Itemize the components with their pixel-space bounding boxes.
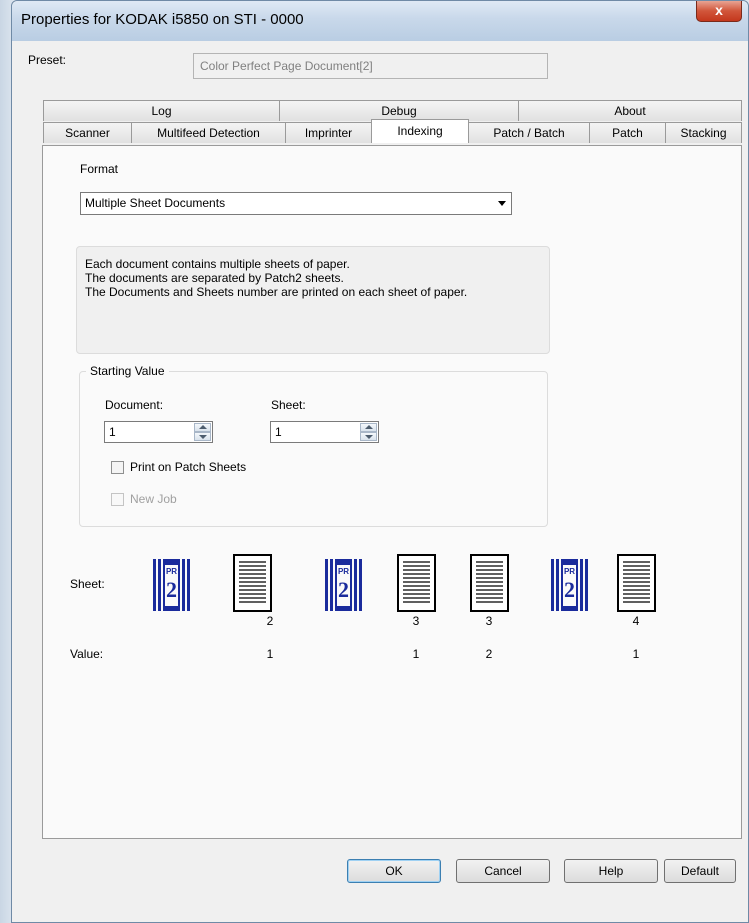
- patch-sheet-icon: PR 2: [551, 559, 588, 611]
- indexing-panel: Format Multiple Sheet Documents Each doc…: [42, 145, 742, 839]
- tab-imprinter[interactable]: Imprinter: [285, 122, 372, 143]
- starting-value-group: Starting Value Document: 1 Sheet: 1 Prin…: [79, 364, 548, 527]
- button-label: OK: [385, 864, 403, 878]
- tab-label: Multifeed Detection: [157, 126, 260, 140]
- tab-log[interactable]: Log: [43, 100, 280, 121]
- sheet-value: 2: [485, 647, 493, 661]
- diagram-value-label: Value:: [70, 647, 104, 661]
- svg-text:PR: PR: [338, 567, 349, 576]
- stepper-buttons: [194, 423, 211, 441]
- tab-label: Patch / Batch: [493, 126, 565, 140]
- tab-label: Patch: [612, 126, 643, 140]
- sheet-doc-number: 2: [266, 614, 274, 628]
- sheet-value: 1: [632, 647, 640, 661]
- preset-field[interactable]: Color Perfect Page Document[2]: [193, 53, 548, 79]
- sheet-doc-number: 3: [412, 614, 420, 628]
- tab-stacking[interactable]: Stacking: [665, 122, 742, 143]
- svg-text:2: 2: [564, 577, 575, 602]
- new-job-checkbox[interactable]: [111, 493, 124, 506]
- stepper-down-icon[interactable]: [360, 432, 377, 441]
- description-line: Each document contains multiple sheets o…: [85, 257, 350, 271]
- document-sheet-icon: [617, 554, 656, 612]
- tab-label: Indexing: [397, 124, 443, 138]
- sheet-doc-number: 3: [485, 614, 493, 628]
- svg-text:2: 2: [338, 577, 349, 602]
- window-title: Properties for KODAK i5850 on STI - 0000: [21, 11, 304, 28]
- patch-sheet-icon: PR 2: [153, 559, 190, 611]
- document-label: Document:: [105, 398, 164, 412]
- new-job-label: New Job: [130, 492, 177, 506]
- tab-indexing[interactable]: Indexing: [371, 119, 469, 143]
- print-on-patch-checkbox[interactable]: [111, 461, 124, 474]
- print-on-patch-label: Print on Patch Sheets: [130, 460, 247, 474]
- format-selected-value: Multiple Sheet Documents: [85, 196, 226, 210]
- button-label: Cancel: [484, 864, 522, 878]
- close-icon: x: [715, 2, 723, 18]
- diagram-sheet-label: Sheet:: [70, 577, 105, 591]
- stepper-up-icon[interactable]: [194, 423, 211, 432]
- format-select[interactable]: Multiple Sheet Documents: [80, 192, 512, 215]
- tab-label: Stacking: [680, 126, 727, 140]
- cancel-button[interactable]: Cancel: [456, 859, 550, 883]
- document-value: 1: [109, 425, 116, 439]
- tab-debug[interactable]: Debug: [279, 100, 519, 121]
- properties-dialog: Properties for KODAK i5850 on STI - 0000…: [11, 0, 749, 923]
- sheet-stepper[interactable]: 1: [270, 421, 379, 443]
- patch-sheet-icon: PR 2: [325, 559, 362, 611]
- dialog-client: Preset: Color Perfect Page Document[2] L…: [20, 41, 742, 919]
- starting-value-title: Starting Value: [86, 364, 169, 378]
- sheet-value: 1: [266, 647, 274, 661]
- preset-value: Color Perfect Page Document[2]: [200, 59, 373, 73]
- default-button[interactable]: Default: [664, 859, 736, 883]
- tab-patch[interactable]: Patch: [589, 122, 666, 143]
- document-stepper[interactable]: 1: [104, 421, 213, 443]
- stepper-up-icon[interactable]: [360, 423, 377, 432]
- tab-patch-batch[interactable]: Patch / Batch: [468, 122, 590, 143]
- document-sheet-icon: [233, 554, 272, 612]
- preset-label: Preset:: [28, 53, 67, 67]
- help-button[interactable]: Help: [564, 859, 658, 883]
- stepper-buttons: [360, 423, 377, 441]
- description-line: The Documents and Sheets number are prin…: [85, 285, 468, 299]
- tab-about[interactable]: About: [518, 100, 742, 121]
- sheet-label: Sheet:: [271, 398, 306, 412]
- tab-scanner[interactable]: Scanner: [43, 122, 132, 143]
- tab-label: Imprinter: [304, 126, 353, 140]
- document-sheet-icon: [397, 554, 436, 612]
- tab-label: Log: [151, 104, 172, 118]
- tab-label: Scanner: [65, 126, 110, 140]
- title-bar[interactable]: Properties for KODAK i5850 on STI - 0000…: [12, 1, 748, 41]
- description-line: The documents are separated by Patch2 sh…: [85, 271, 344, 285]
- close-button[interactable]: x: [696, 1, 742, 22]
- button-label: Help: [598, 864, 624, 878]
- tab-multifeed-detection[interactable]: Multifeed Detection: [131, 122, 286, 143]
- tab-label: About: [614, 104, 646, 118]
- sheet-value: 1: [412, 647, 420, 661]
- sheet-value: 1: [275, 425, 282, 439]
- format-description: Each document contains multiple sheets o…: [76, 246, 550, 354]
- svg-text:PR: PR: [166, 567, 177, 576]
- document-sheet-icon: [470, 554, 509, 612]
- chevron-down-icon: [498, 201, 506, 206]
- format-label: Format: [80, 162, 119, 176]
- svg-text:PR: PR: [564, 567, 575, 576]
- stepper-down-icon[interactable]: [194, 432, 211, 441]
- tab-label: Debug: [381, 104, 417, 118]
- sheet-doc-number: 4: [632, 614, 640, 628]
- svg-text:2: 2: [166, 577, 177, 602]
- ok-button[interactable]: OK: [347, 859, 441, 883]
- button-label: Default: [680, 864, 720, 878]
